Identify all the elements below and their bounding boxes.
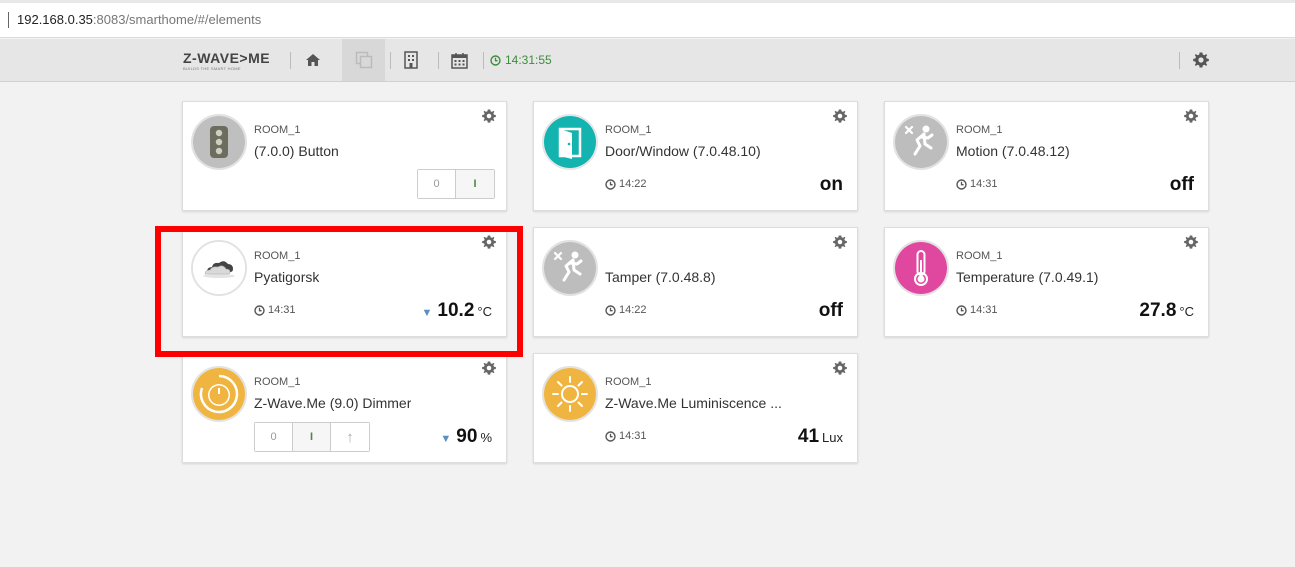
on-button[interactable]: I — [293, 423, 331, 451]
door-open-icon — [544, 116, 596, 168]
clock-icon — [956, 178, 967, 190]
last-update-time: 14:22 — [605, 178, 647, 190]
settings-gear-icon[interactable] — [1181, 39, 1221, 81]
room-label: ROOM_1 — [254, 250, 301, 262]
last-update-time: 14:31 — [605, 430, 647, 442]
element-settings-gear-icon[interactable] — [482, 109, 496, 128]
element-settings-gear-icon[interactable] — [833, 235, 847, 254]
off-button[interactable]: 0 — [418, 170, 456, 198]
element-title[interactable]: Z-Wave.Me (9.0) Dimmer — [254, 395, 411, 411]
off-button[interactable]: 0 — [255, 423, 293, 451]
trend-down-icon: ▼ — [440, 433, 452, 445]
element-title[interactable]: Motion (7.0.48.12) — [956, 143, 1070, 159]
clock-icon — [605, 304, 616, 316]
events-calendar-icon[interactable] — [439, 39, 479, 81]
clock-icon — [956, 304, 967, 316]
room-label: ROOM_1 — [956, 250, 1003, 262]
element-title[interactable]: (7.0.0) Button — [254, 143, 339, 159]
zwave-logo[interactable]: Z-WAVE>ME BUILDS THE SMART HOME — [183, 51, 270, 71]
clock-icon — [605, 178, 616, 190]
element-settings-gear-icon[interactable] — [833, 109, 847, 128]
element-card-dimmer: ROOM_1 Z-Wave.Me (9.0) Dimmer 0 I ↑ ▼ 90… — [182, 353, 507, 463]
element-settings-gear-icon[interactable] — [482, 361, 496, 380]
tamper-running-man-icon — [544, 242, 596, 294]
browser-address-bar[interactable]: 192.168.0.35:8083/smarthome/#/elements — [0, 0, 1295, 38]
device-icon — [191, 240, 247, 296]
cloudy-weather-icon — [193, 242, 245, 294]
nav-divider — [290, 52, 291, 69]
element-card-motion: ROOM_1 Motion (7.0.48.12) 14:31 off — [884, 101, 1209, 211]
element-value: off — [818, 300, 843, 321]
trend-down-icon: ▼ — [421, 307, 433, 319]
home-icon[interactable] — [293, 39, 333, 81]
last-update-time: 14:31 — [956, 304, 998, 316]
dimmer-knob-icon — [193, 368, 245, 420]
browser-top-strip — [0, 0, 1295, 3]
element-card-tamper: Tamper (7.0.48.8) 14:22 off — [533, 227, 858, 337]
text-cursor — [8, 12, 9, 28]
thermometer-icon — [895, 242, 947, 294]
motion-running-man-icon — [895, 116, 947, 168]
element-value: off — [1169, 174, 1194, 195]
element-settings-gear-icon[interactable] — [482, 235, 496, 254]
element-value: on — [819, 174, 843, 195]
clock-icon — [254, 304, 265, 316]
device-icon — [542, 366, 598, 422]
device-icon — [191, 366, 247, 422]
element-settings-gear-icon[interactable] — [1184, 235, 1198, 254]
element-value: 27.8 °C — [1139, 300, 1194, 321]
device-icon — [893, 240, 949, 296]
element-card-weather: ROOM_1 Pyatigorsk 14:31 ▼ 10.2 °C — [182, 227, 507, 337]
room-label: ROOM_1 — [956, 124, 1003, 136]
last-update-time: 14:31 — [254, 304, 296, 316]
element-title[interactable]: Z-Wave.Me Luminiscence ... — [605, 395, 782, 411]
room-label: ROOM_1 — [605, 376, 652, 388]
nav-divider — [1179, 52, 1180, 69]
device-icon — [542, 240, 598, 296]
element-card-luminiscence: ROOM_1 Z-Wave.Me Luminiscence ... 14:31 … — [533, 353, 858, 463]
traffic-switch-icon — [193, 116, 245, 168]
element-card-door-window: ROOM_1 Door/Window (7.0.48.10) 14:22 on — [533, 101, 858, 211]
address-url[interactable]: 192.168.0.35:8083/smarthome/#/elements — [17, 12, 261, 27]
nav-divider — [483, 52, 484, 69]
dimmer-control: 0 I ↑ — [254, 422, 370, 452]
device-icon — [542, 114, 598, 170]
element-title[interactable]: Tamper (7.0.48.8) — [605, 269, 716, 285]
element-value: 41 Lux — [797, 426, 843, 447]
rooms-icon[interactable] — [391, 39, 431, 81]
element-value: ▼ 10.2 °C — [421, 300, 492, 321]
on-off-toggle: 0 I — [417, 169, 495, 199]
server-clock: 14:31:55 — [490, 53, 552, 67]
top-navbar: Z-WAVE>ME BUILDS THE SMART HOME 14:31:55 — [0, 39, 1295, 82]
device-icon — [893, 114, 949, 170]
element-card-button: ROOM_1 (7.0.0) Button 0 I — [182, 101, 507, 211]
element-settings-gear-icon[interactable] — [833, 361, 847, 380]
full-brightness-button[interactable]: ↑ — [331, 423, 369, 451]
device-icon — [191, 114, 247, 170]
room-label: ROOM_1 — [254, 124, 301, 136]
on-button[interactable]: I — [456, 170, 494, 198]
sun-icon — [544, 368, 596, 420]
room-label: ROOM_1 — [254, 376, 301, 388]
element-title[interactable]: Door/Window (7.0.48.10) — [605, 143, 761, 159]
clock-icon — [605, 430, 616, 442]
last-update-time: 14:31 — [956, 178, 998, 190]
last-update-time: 14:22 — [605, 304, 647, 316]
element-value[interactable]: ▼ 90% — [440, 426, 492, 448]
elements-icon[interactable] — [342, 39, 385, 81]
element-title[interactable]: Temperature (7.0.49.1) — [956, 269, 1098, 285]
element-title[interactable]: Pyatigorsk — [254, 269, 319, 285]
clock-icon — [490, 54, 501, 66]
room-label: ROOM_1 — [605, 124, 652, 136]
element-settings-gear-icon[interactable] — [1184, 109, 1198, 128]
element-card-temperature: ROOM_1 Temperature (7.0.49.1) 14:31 27.8… — [884, 227, 1209, 337]
